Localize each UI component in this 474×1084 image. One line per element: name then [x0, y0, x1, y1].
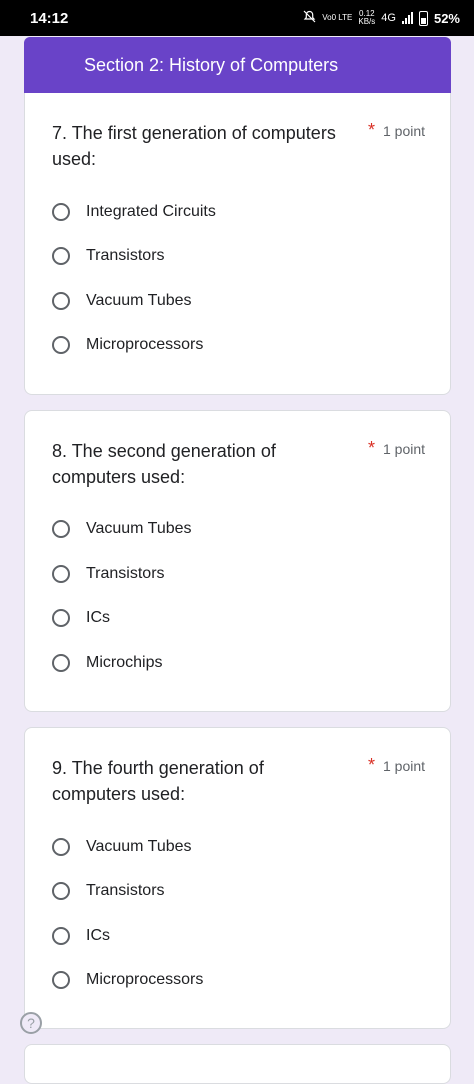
status-icons: Vo0 LTE 0.12 KB/s 4G 52%: [303, 10, 460, 26]
network-type: 4G: [381, 12, 396, 24]
question-card-next: [24, 1044, 451, 1084]
option-label: Vacuum Tubes: [86, 838, 192, 855]
option-radio[interactable]: Integrated Circuits: [52, 200, 216, 224]
volte-label: Vo0 LTE: [322, 13, 353, 22]
option-label: Microchips: [86, 654, 163, 671]
option-radio[interactable]: ICs: [52, 606, 110, 630]
radio-button-icon[interactable]: [52, 565, 70, 583]
option-label: Integrated Circuits: [86, 203, 216, 220]
radio-button-icon[interactable]: [52, 838, 70, 856]
required-asterisk: *: [368, 120, 376, 140]
option-label: Transistors: [86, 565, 165, 582]
help-icon[interactable]: ?: [20, 1012, 42, 1034]
option-label: Transistors: [86, 247, 165, 264]
option-radio[interactable]: Vacuum Tubes: [52, 517, 192, 541]
option-label: ICs: [86, 609, 110, 626]
radio-button-icon[interactable]: [52, 247, 70, 265]
points-label: 1 point: [383, 123, 426, 139]
question-title: 7. The first generation of computers use…: [52, 123, 336, 169]
option-radio[interactable]: ICs: [52, 924, 110, 948]
option-label: ICs: [86, 927, 110, 944]
radio-button-icon[interactable]: [52, 654, 70, 672]
speed-unit: KB/s: [358, 17, 376, 26]
status-bar: 14:12 Vo0 LTE 0.12 KB/s 4G 52%: [0, 0, 474, 36]
required-asterisk: *: [368, 438, 376, 458]
option-radio[interactable]: Vacuum Tubes: [52, 835, 192, 859]
points-label: 1 point: [383, 441, 426, 457]
radio-button-icon[interactable]: [52, 520, 70, 538]
radio-button-icon[interactable]: [52, 882, 70, 900]
notifications-off-icon: [303, 10, 316, 26]
battery-percent: 52%: [433, 10, 460, 26]
status-time: 14:12: [30, 9, 69, 27]
option-radio[interactable]: Transistors: [52, 562, 165, 586]
question-card-8: 8. The second generation of computers us…: [24, 410, 451, 712]
option-label: Vacuum Tubes: [86, 292, 192, 309]
network-speed: 0.12 KB/s: [358, 10, 375, 26]
option-label: Microprocessors: [86, 336, 204, 353]
radio-button-icon[interactable]: [52, 203, 70, 221]
option-radio[interactable]: Vacuum Tubes: [52, 289, 192, 313]
section-title: Section 2: History of Computers: [84, 54, 339, 75]
question-title: 8. The second generation of computers us…: [52, 441, 276, 487]
section-header: Section 2: History of Computers: [24, 37, 451, 93]
question-title: 9. The fourth generation of computers us…: [52, 758, 264, 804]
help-glyph: ?: [27, 1015, 35, 1031]
required-asterisk: *: [368, 755, 376, 775]
option-label: Vacuum Tubes: [86, 520, 192, 537]
option-label: Transistors: [86, 882, 165, 899]
radio-button-icon[interactable]: [52, 971, 70, 989]
radio-button-icon[interactable]: [52, 927, 70, 945]
question-card-9: 9. The fourth generation of computers us…: [24, 727, 451, 1029]
option-label: Microprocessors: [86, 971, 204, 988]
points-label: 1 point: [383, 758, 426, 774]
radio-button-icon[interactable]: [52, 336, 70, 354]
battery-icon: [418, 10, 428, 26]
option-radio[interactable]: Microprocessors: [52, 968, 203, 992]
radio-button-icon[interactable]: [52, 292, 70, 310]
option-radio[interactable]: Microchips: [52, 651, 162, 675]
question-card-7: 7. The first generation of computers use…: [24, 93, 451, 395]
radio-button-icon[interactable]: [52, 609, 70, 627]
option-radio[interactable]: Transistors: [52, 244, 165, 268]
option-radio[interactable]: Microprocessors: [52, 333, 203, 357]
option-radio[interactable]: Transistors: [52, 879, 165, 903]
signal-icon: [401, 12, 413, 24]
